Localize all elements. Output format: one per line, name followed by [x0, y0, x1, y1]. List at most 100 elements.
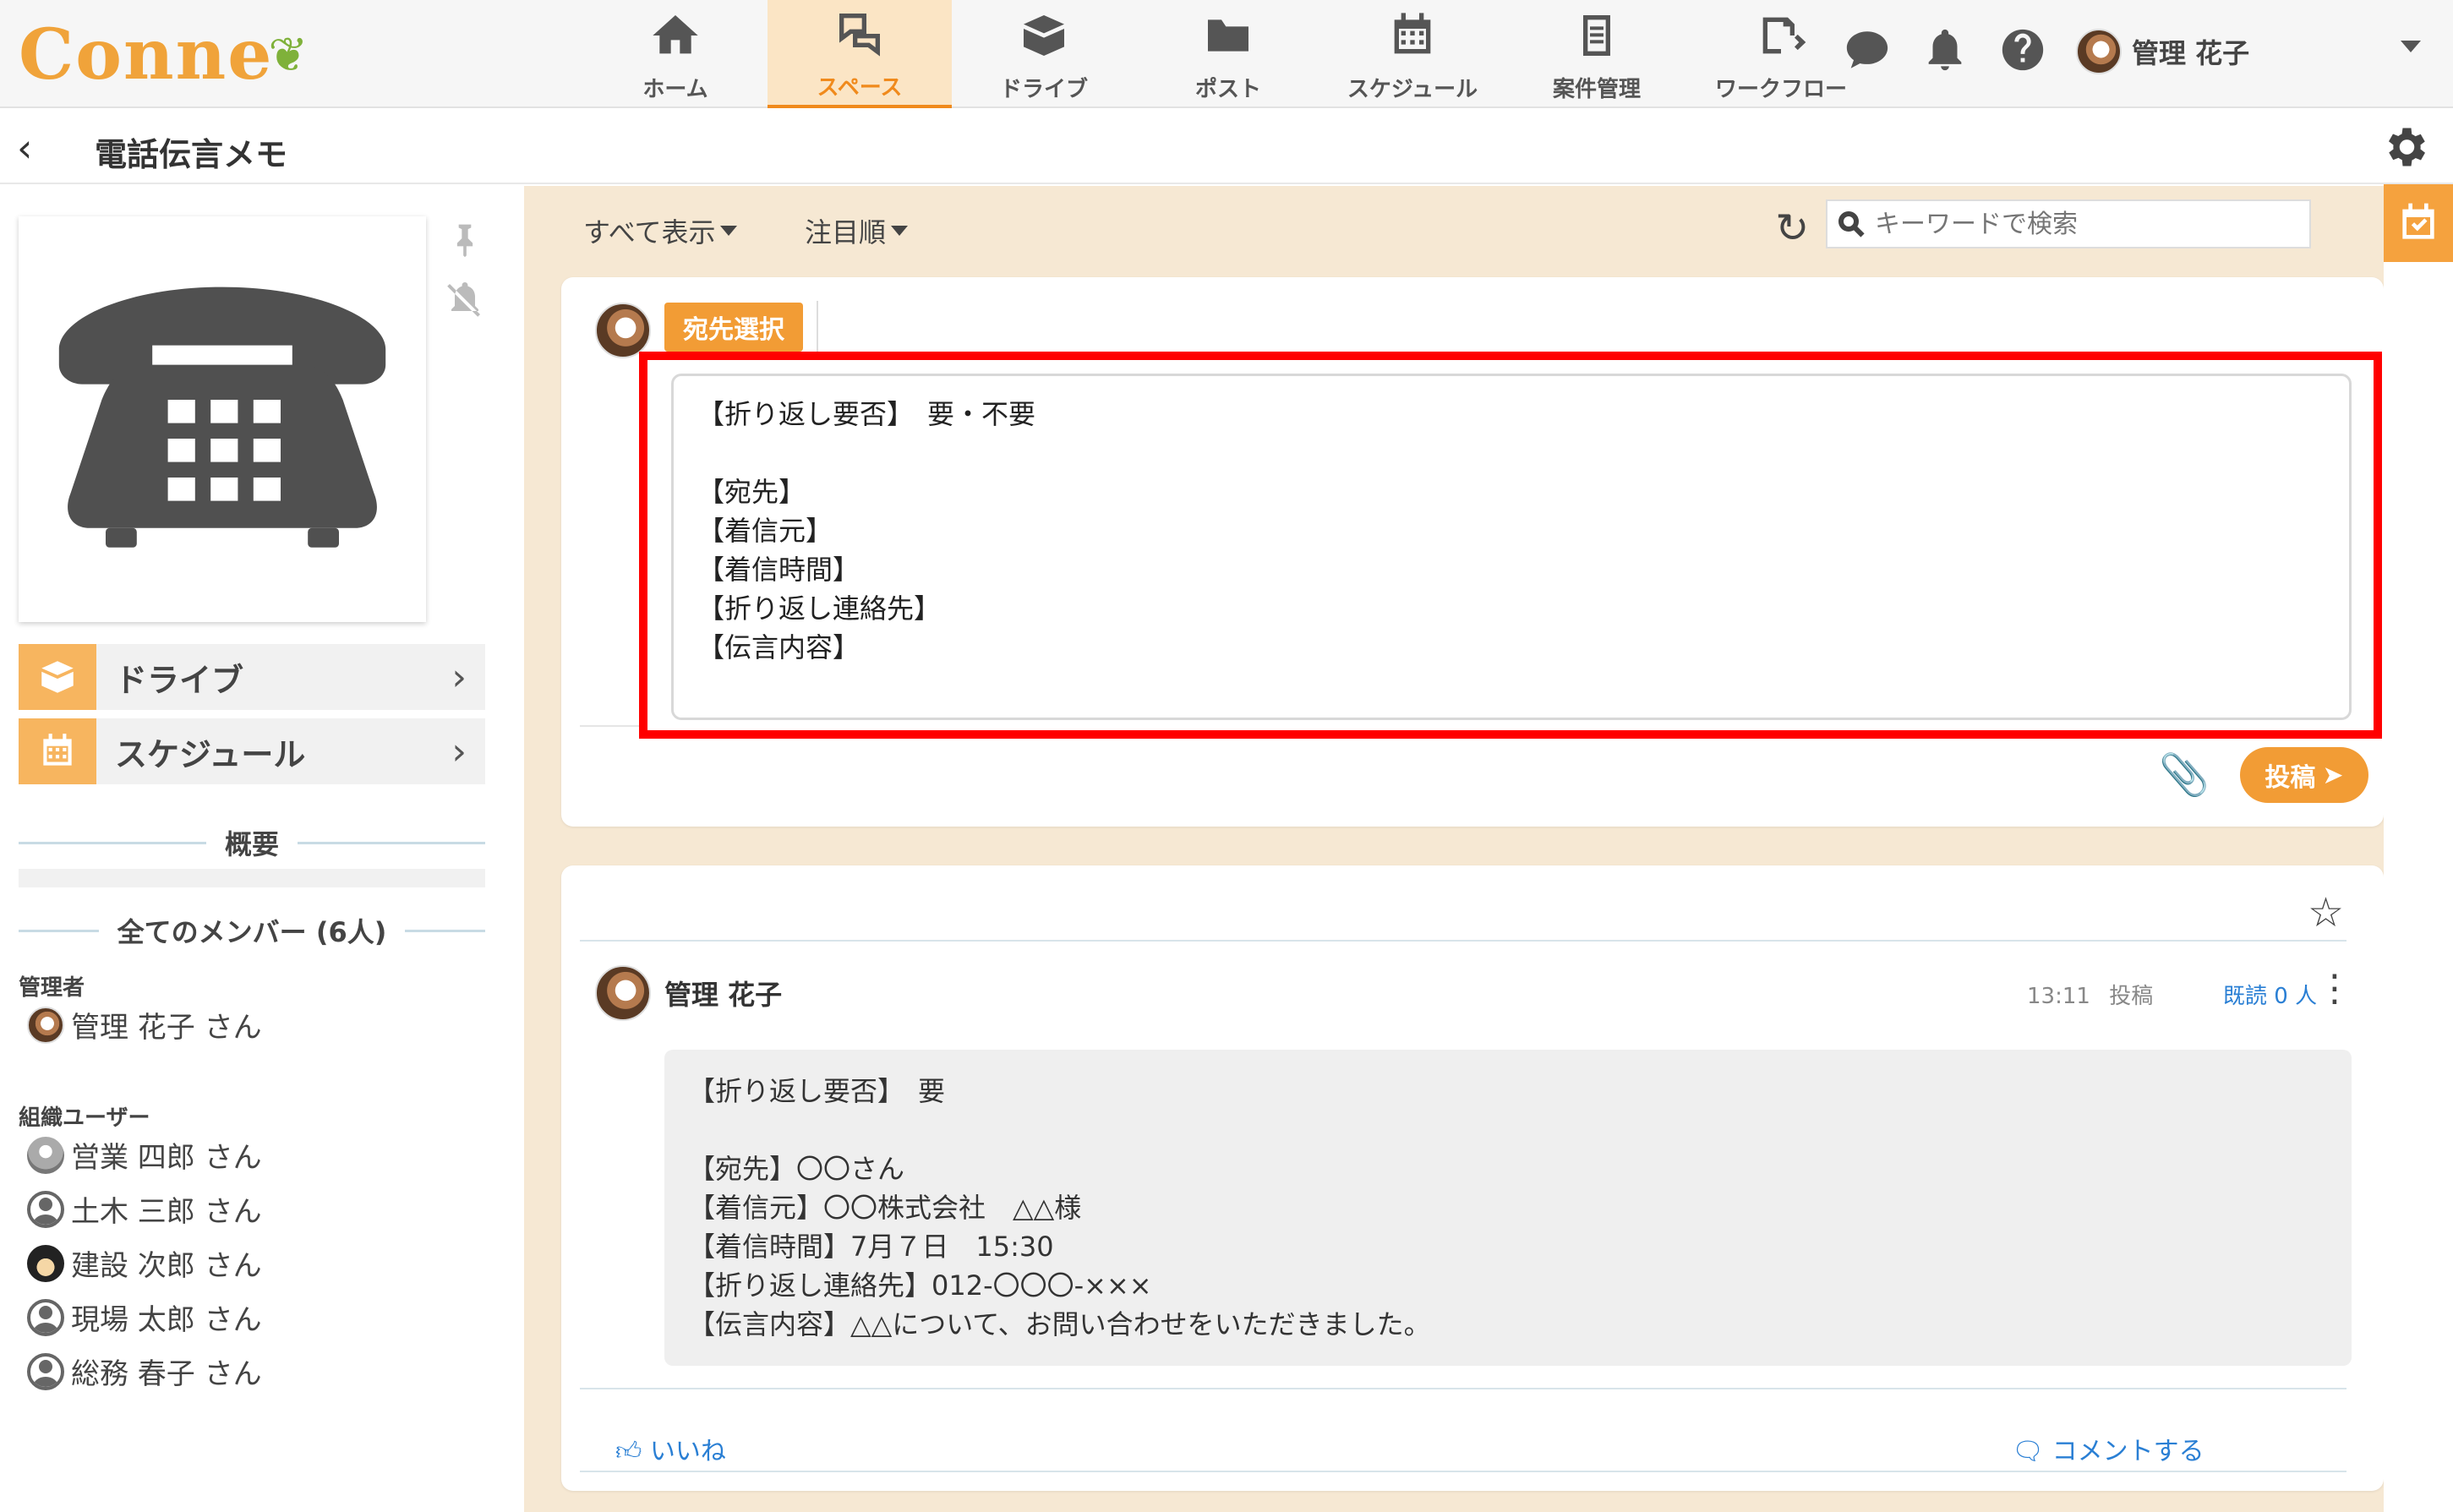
leaf-icon: ❦	[268, 27, 309, 83]
telephone-icon	[58, 287, 386, 548]
sidebar: ドライブ › スケジュール › 概要 全てのメンバー (6人) 管理者 管理 花…	[0, 186, 524, 1512]
app-logo[interactable]: Conne ❦	[19, 14, 309, 96]
post-body: 【折り返し要否】 要 【宛先】〇〇さん 【着信元】〇〇株式会社 △△様 【着信時…	[664, 1050, 2352, 1366]
members-title: 全てのメンバー (6人)	[117, 916, 387, 948]
star-icon[interactable]: ☆	[2308, 889, 2344, 936]
avatar	[27, 1244, 64, 1282]
avatar	[595, 965, 651, 1021]
bell-icon[interactable]	[1920, 25, 1970, 78]
caret-down-icon	[720, 226, 738, 236]
nav-label: ホーム	[642, 76, 708, 102]
like-button[interactable]: 👍︎ いいね	[615, 1430, 726, 1467]
divider	[817, 301, 818, 355]
member-name: 管理 花子 さん	[71, 1011, 262, 1045]
pin-icon[interactable]	[446, 221, 483, 262]
nav-drive[interactable]: ドライブ	[952, 0, 1136, 108]
nav-space[interactable]: スペース	[768, 0, 952, 108]
space-image	[19, 216, 426, 622]
comment-icon: 🗨︎	[2012, 1437, 2045, 1466]
post-button[interactable]: 投稿 ➤	[2240, 747, 2368, 803]
chevron-down-icon[interactable]	[2401, 41, 2421, 52]
paperclip-icon[interactable]: 📎	[2159, 751, 2210, 799]
nav-projects[interactable]: 案件管理	[1505, 0, 1689, 108]
member-item[interactable]: 現場 太郎 さん	[27, 1296, 262, 1338]
comment-button[interactable]: 🗨︎ コメントする	[2012, 1430, 2204, 1467]
highlight-box: 【折り返し要否】 要・不要 【宛先】 【着信元】 【着信時間】 【折り返し連絡先…	[639, 352, 2382, 739]
drive-icon	[1014, 6, 1074, 65]
sort-dropdown[interactable]: 注目順	[805, 211, 909, 250]
chat-icon[interactable]	[1843, 25, 1892, 78]
post-status: 投稿	[2109, 984, 2154, 1009]
help-icon[interactable]	[1998, 25, 2047, 78]
sort-label: 注目順	[805, 216, 887, 248]
avatar	[27, 1006, 64, 1044]
avatar	[595, 303, 651, 358]
logo-text: Conne	[19, 14, 274, 96]
clipboard-icon	[1567, 6, 1626, 65]
nav-label: 案件管理	[1552, 76, 1641, 102]
main-nav: ホーム スペース ドライブ ポスト スケジュール 案件管理 ワークフロー	[583, 0, 1873, 108]
top-header: Conne ❦ ホーム スペース ドライブ ポスト スケジュール 案件管理 ワー…	[0, 0, 2453, 108]
member-name: 建設 次郎 さん	[71, 1249, 262, 1283]
sidebar-link-drive[interactable]: ドライブ ›	[19, 644, 485, 710]
divider	[580, 1388, 2346, 1389]
post-card: ☆ 管理 花子 13:11 投稿 既読 0 人 ⋮ 【折り返し要否】 要 【宛先…	[561, 865, 2384, 1491]
members-heading: 全てのメンバー (6人)	[19, 911, 485, 950]
more-vertical-icon[interactable]: ⋮	[2316, 967, 2353, 1010]
search-box[interactable]	[1826, 199, 2311, 248]
user-icon	[27, 1298, 64, 1336]
member-name: 営業 四郎 さん	[71, 1141, 262, 1175]
divider	[580, 1471, 2346, 1472]
chevron-right-icon: ›	[451, 655, 467, 699]
schedule-panel-button[interactable]	[2384, 184, 2453, 262]
mute-notification-icon[interactable]	[445, 279, 485, 323]
chevron-right-icon: ›	[451, 729, 467, 773]
nav-label: ポスト	[1194, 76, 1261, 102]
member-name: 現場 太郎 さん	[71, 1303, 262, 1337]
sidebar-link-schedule[interactable]: スケジュール ›	[19, 718, 485, 784]
summary-heading: 概要	[19, 823, 485, 862]
caret-down-icon	[891, 226, 909, 236]
search-input[interactable]	[1875, 209, 2297, 239]
divider	[580, 940, 2346, 942]
nav-post[interactable]: ポスト	[1136, 0, 1320, 108]
admin-group-label: 管理者	[19, 975, 85, 1001]
member-item[interactable]: 土木 三郎 さん	[27, 1188, 262, 1230]
calendar-check-icon	[2402, 203, 2434, 239]
post-button-label: 投稿	[2265, 763, 2316, 793]
org-group-label: 組織ユーザー	[19, 1105, 150, 1131]
post-icon	[1199, 6, 1258, 65]
nav-label: スペース	[817, 74, 903, 101]
post-composer: 宛先選択 【折り返し要否】 要・不要 【宛先】 【着信元】 【着信時間】 【折り…	[561, 277, 2384, 827]
page-header: ‹ 電話伝言メモ	[0, 110, 2453, 184]
refresh-icon[interactable]: ↻	[1775, 205, 1809, 252]
thumbs-up-icon: 👍︎	[615, 1437, 642, 1466]
gear-icon[interactable]	[2379, 122, 2430, 176]
like-label: いいね	[649, 1437, 726, 1466]
page-title: 電話伝言メモ	[95, 136, 288, 173]
nav-home[interactable]: ホーム	[583, 0, 768, 108]
nav-schedule[interactable]: スケジュール	[1320, 0, 1505, 108]
member-name: 総務 春子 さん	[71, 1357, 262, 1391]
read-count-link[interactable]: 既読 0 人	[2223, 979, 2317, 1010]
member-name: 土木 三郎 さん	[71, 1195, 262, 1229]
avatar	[27, 1136, 64, 1174]
post-textarea[interactable]: 【折り返し要否】 要・不要 【宛先】 【着信元】 【着信時間】 【折り返し連絡先…	[671, 374, 2352, 720]
member-item[interactable]: 営業 四郎 さん	[27, 1134, 262, 1176]
divider	[580, 725, 639, 727]
home-icon	[646, 6, 705, 65]
send-icon: ➤	[2322, 760, 2344, 790]
member-item[interactable]: 建設 次郎 さん	[27, 1242, 262, 1284]
post-author[interactable]: 管理 花子	[664, 974, 782, 1013]
member-item[interactable]: 総務 春子 さん	[27, 1351, 262, 1392]
nav-label: ドライブ	[999, 76, 1088, 102]
member-item[interactable]: 管理 花子 さん	[27, 1004, 262, 1045]
back-icon[interactable]: ‹	[17, 125, 32, 171]
select-recipient-button[interactable]: 宛先選択	[664, 303, 803, 352]
user-menu[interactable]: 管理 花子	[2076, 29, 2249, 74]
post-meta: 13:11 投稿	[2027, 979, 2153, 1010]
user-icon	[27, 1190, 64, 1228]
filter-dropdown[interactable]: すべて表示	[583, 211, 738, 250]
nav-label: スケジュール	[1347, 76, 1478, 102]
drive-icon	[19, 644, 96, 710]
